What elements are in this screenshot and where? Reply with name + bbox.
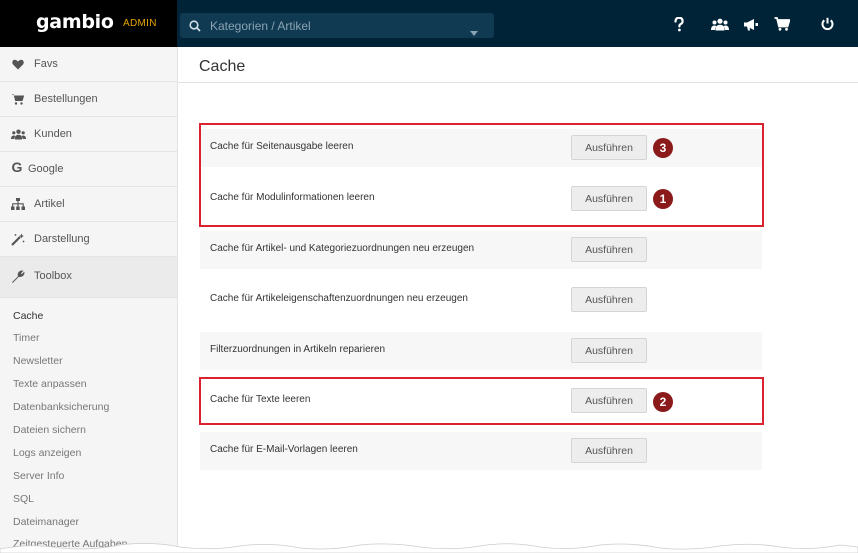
cache-row: Filterzuordnungen in Artikeln reparieren…	[200, 332, 762, 370]
submenu-item-logs-anzeigen[interactable]: Logs anzeigen	[13, 447, 81, 459]
submenu-item-datenbanksicherung[interactable]: Datenbanksicherung	[13, 401, 109, 413]
cart-icon	[10, 92, 26, 106]
submenu-item-texte-anpassen[interactable]: Texte anpassen	[13, 378, 87, 390]
sidebar-item-bestellungen[interactable]: Bestellungen	[0, 82, 177, 117]
step-badge: 3	[653, 138, 673, 158]
megaphone-icon[interactable]	[742, 14, 760, 34]
sidebar-item-label: Artikel	[34, 198, 65, 210]
power-icon[interactable]	[820, 14, 834, 34]
logo[interactable]: gambio	[36, 11, 114, 33]
heart-icon	[10, 57, 26, 71]
search-input[interactable]	[210, 13, 460, 38]
sidebar-item-kunden[interactable]: Kunden	[0, 117, 177, 152]
sidebar: Favs Bestellungen Kunden G Google Artike…	[0, 47, 178, 553]
submenu-item-dateimanager[interactable]: Dateimanager	[13, 516, 79, 528]
divider	[177, 82, 858, 83]
execute-button[interactable]: Ausführen	[571, 438, 647, 463]
submenu-item-cache[interactable]: Cache	[13, 310, 43, 322]
sidebar-item-label: Toolbox	[34, 270, 72, 282]
cache-row: Cache für Artikeleigenschaftenzuordnunge…	[200, 281, 762, 319]
page-title: Cache	[199, 58, 246, 75]
highlight-box	[199, 377, 764, 425]
row-label: Cache für Artikel- und Kategoriezuordnun…	[210, 243, 475, 254]
step-badge: 2	[653, 392, 673, 412]
sidebar-item-favs[interactable]: Favs	[0, 47, 177, 82]
sidebar-item-label: Bestellungen	[34, 93, 98, 105]
search-icon	[189, 19, 201, 37]
help-icon[interactable]	[673, 14, 685, 34]
submenu-item-newsletter[interactable]: Newsletter	[13, 355, 63, 367]
sidebar-item-label: Kunden	[34, 128, 72, 140]
submenu-item-dateien-sichern[interactable]: Dateien sichern	[13, 424, 86, 436]
sidebar-item-toolbox[interactable]: Toolbox	[0, 257, 177, 298]
execute-button[interactable]: Ausführen	[571, 338, 647, 363]
users-icon[interactable]	[710, 14, 730, 34]
sidebar-item-label: Darstellung	[34, 233, 90, 245]
row-label: Cache für E-Mail-Vorlagen leeren	[210, 444, 358, 455]
cart-icon[interactable]	[773, 14, 791, 34]
chevron-down-icon[interactable]	[470, 23, 478, 41]
sidebar-item-google[interactable]: G Google	[0, 152, 177, 187]
sidebar-item-artikel[interactable]: Artikel	[0, 187, 177, 222]
submenu-item-timer[interactable]: Timer	[13, 332, 39, 344]
row-label: Cache für Artikeleigenschaftenzuordnunge…	[210, 293, 468, 304]
sidebar-item-label: Favs	[34, 58, 58, 70]
search-box[interactable]	[180, 13, 494, 38]
row-label: Filterzuordnungen in Artikeln reparieren	[210, 344, 386, 355]
top-bar: gambio ADMIN	[0, 0, 858, 47]
logo-area[interactable]: gambio ADMIN	[0, 0, 177, 47]
magic-wand-icon	[10, 232, 26, 246]
submenu-item-server-info[interactable]: Server Info	[13, 470, 64, 482]
sidebar-item-darstellung[interactable]: Darstellung	[0, 222, 177, 257]
cache-row: Cache für E-Mail-Vorlagen leeren Ausführ…	[200, 432, 762, 470]
execute-button[interactable]: Ausführen	[571, 287, 647, 312]
torn-edge	[0, 543, 858, 553]
highlight-box	[199, 123, 764, 227]
submenu-item-sql[interactable]: SQL	[13, 493, 34, 505]
admin-tag: ADMIN	[123, 18, 157, 29]
sitemap-icon	[10, 197, 26, 211]
execute-button[interactable]: Ausführen	[571, 237, 647, 262]
users-icon	[10, 127, 26, 141]
google-icon: G	[11, 159, 23, 175]
cache-row: Cache für Artikel- und Kategoriezuordnun…	[200, 231, 762, 269]
step-badge: 1	[653, 189, 673, 209]
sidebar-item-label: Google	[28, 163, 64, 175]
wrench-icon	[10, 270, 26, 284]
